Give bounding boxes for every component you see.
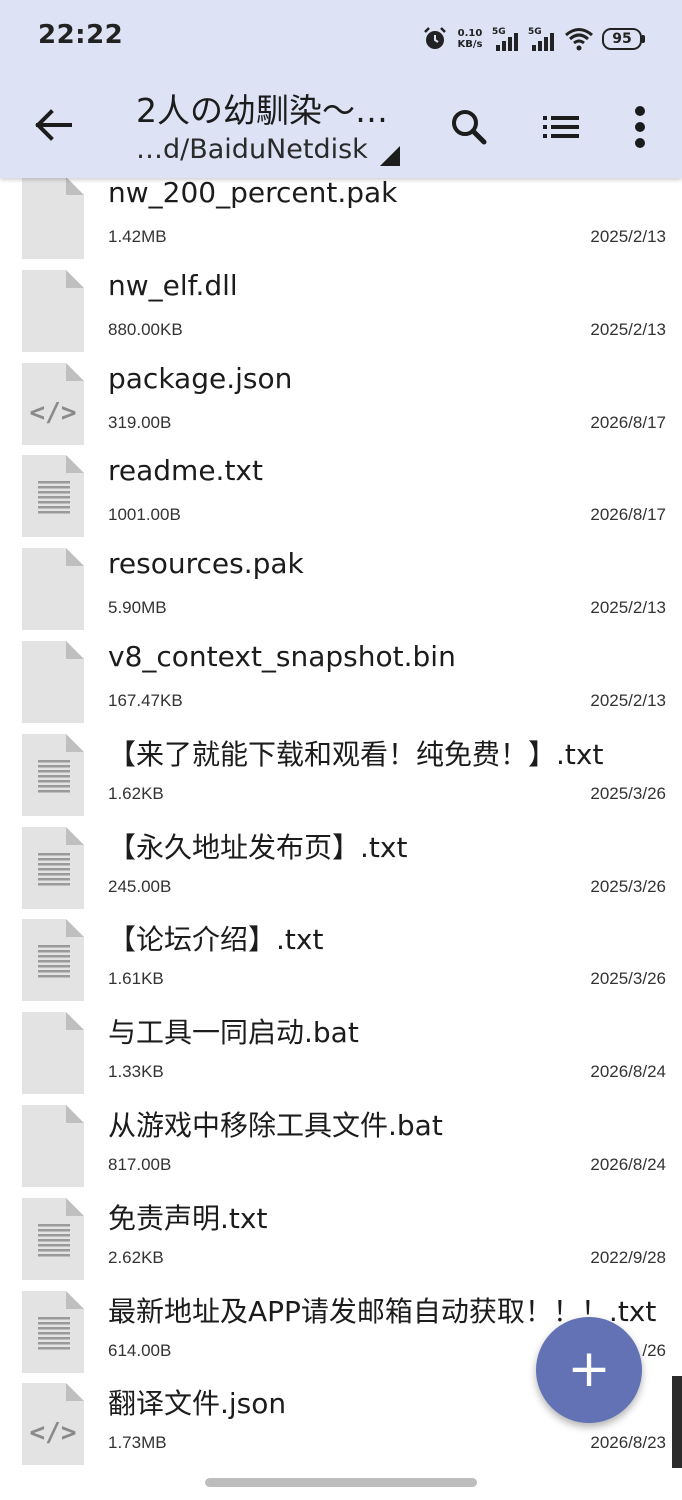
add-fab-button[interactable]: +	[536, 1317, 642, 1423]
file-date: 2025/2/13	[590, 691, 666, 710]
plus-icon: +	[567, 1339, 611, 1399]
file-date: 2026/8/17	[590, 412, 666, 432]
signal-icon: 5G	[528, 27, 556, 51]
file-generic-icon	[22, 269, 84, 352]
status-time: 22:22	[38, 20, 124, 50]
toolbar: 2人の幼馴染～… …d/BaiduNetdisk	[0, 76, 682, 178]
file-row[interactable]: 与工具一同启动.bat 1.33KB 2026/8/24	[0, 1010, 682, 1103]
net-speed-value: 0.10	[457, 28, 483, 39]
file-size: 319.00B	[108, 412, 172, 432]
battery-indicator: 95	[602, 28, 645, 50]
file-name: v8_context_snapshot.bin	[108, 640, 456, 673]
file-code-icon: </>	[22, 362, 84, 445]
net-speed: 0.10 KB/s	[456, 28, 484, 50]
wifi-icon	[565, 28, 593, 51]
file-text-icon	[22, 826, 84, 909]
more-options-button[interactable]	[613, 100, 667, 154]
file-row[interactable]: 【永久地址发布页】.txt 245.00B 2025/3/26	[0, 825, 682, 918]
status-bar: 22:22 0.10 KB/s 5G 5G 95	[0, 0, 682, 76]
back-button[interactable]	[24, 96, 82, 154]
file-row[interactable]: v8_context_snapshot.bin 167.47KB 2025/2/13	[0, 639, 682, 732]
file-generic-icon	[22, 641, 84, 723]
file-date: 2025/2/13	[590, 319, 666, 339]
file-date: 2026/8/24	[590, 1062, 666, 1082]
file-size: 1.61KB	[108, 969, 164, 989]
file-list: nw_200_percent.pak 1.42MB 2025/2/13 nw_elf.…	[0, 178, 682, 1468]
svg-text:</>: </>	[30, 1418, 77, 1448]
file-date: /26	[642, 1340, 666, 1360]
file-row[interactable]: 【论坛介绍】.txt 1.61KB 2025/3/26	[0, 917, 682, 1010]
svg-text:</>: </>	[30, 398, 77, 428]
file-name: 【永久地址发布页】.txt	[108, 830, 408, 864]
alarm-icon	[424, 27, 446, 49]
file-date: 2022/9/28	[590, 1247, 666, 1267]
file-size: 167.47KB	[108, 691, 183, 710]
file-name: readme.txt	[108, 454, 263, 488]
file-name: package.json	[108, 361, 293, 395]
file-row[interactable]: nw_200_percent.pak 1.42MB 2025/2/13	[0, 178, 682, 268]
file-row[interactable]: </> package.json 319.00B 2026/8/17	[0, 361, 682, 454]
file-name: 【论坛介绍】.txt	[108, 923, 324, 957]
file-name: 从游戏中移除工具文件.bat	[108, 1109, 443, 1142]
file-row[interactable]: 免责声明.txt 2.62KB 2022/9/28	[0, 1196, 682, 1289]
dropdown-triangle-icon	[379, 146, 400, 166]
path-selector[interactable]: …d/BaiduNetdisk	[136, 132, 400, 166]
net-speed-unit: KB/s	[457, 39, 483, 50]
file-size: 1.42MB	[108, 227, 167, 246]
file-text-icon	[22, 919, 84, 1002]
file-size: 2.62KB	[108, 1247, 164, 1267]
file-row[interactable]: 【来了就能下载和观看！纯免费！】.txt 1.62KB 2025/3/26	[0, 732, 682, 825]
file-size: 5.90MB	[108, 598, 167, 618]
signal-icon: 5G	[492, 27, 520, 51]
file-date: 2025/3/26	[590, 783, 666, 803]
file-name: resources.pak	[108, 547, 304, 581]
file-name: nw_200_percent.pak	[108, 178, 398, 209]
file-size: 1.62KB	[108, 783, 164, 803]
file-size: 614.00B	[108, 1340, 172, 1360]
status-icons: 0.10 KB/s 5G 5G 95	[422, 22, 645, 56]
file-row[interactable]: readme.txt 1001.00B 2026/8/17	[0, 453, 682, 546]
more-vert-icon	[635, 106, 645, 148]
file-date: 2025/2/13	[590, 227, 666, 246]
app-header: 22:22 0.10 KB/s 5G 5G 95 2人の幼馴染～… …d/Bai…	[0, 0, 682, 178]
file-size: 245.00B	[108, 876, 172, 896]
arrow-left-icon	[35, 109, 72, 141]
file-row[interactable]: resources.pak 5.90MB 2025/2/13	[0, 546, 682, 639]
file-text-icon	[22, 1290, 84, 1373]
file-size: 880.00KB	[108, 319, 183, 339]
folder-path: …d/BaiduNetdisk	[136, 133, 368, 165]
file-size: 817.00B	[108, 1155, 172, 1174]
scrollbar-thumb[interactable]	[672, 1376, 682, 1468]
file-name: 免责声明.txt	[108, 1201, 268, 1235]
file-row[interactable]: nw_elf.dll 880.00KB 2025/2/13	[0, 268, 682, 361]
file-code-icon: </>	[22, 1383, 84, 1466]
folder-title: 2人の幼馴染～…	[136, 91, 388, 130]
file-name: 【来了就能下载和观看！纯免费！】.txt	[108, 737, 604, 771]
search-button[interactable]	[442, 100, 496, 154]
file-name: nw_elf.dll	[108, 268, 238, 302]
home-indicator[interactable]	[205, 1478, 477, 1487]
file-size: 1.33KB	[108, 1062, 164, 1082]
search-icon	[452, 110, 487, 145]
file-text-icon	[22, 733, 84, 816]
file-generic-icon	[22, 178, 84, 259]
file-generic-icon	[22, 548, 84, 631]
file-date: 2026/8/23	[590, 1433, 666, 1453]
file-date: 2025/3/26	[590, 876, 666, 896]
file-name: 翻译文件.json	[108, 1387, 287, 1421]
view-mode-button[interactable]	[534, 100, 588, 154]
file-date: 2025/2/13	[590, 598, 666, 618]
file-generic-icon	[22, 1105, 84, 1187]
file-text-icon	[22, 455, 84, 538]
file-text-icon	[22, 1197, 84, 1280]
file-size: 1.73MB	[108, 1433, 167, 1453]
file-date: 2026/8/17	[590, 505, 666, 525]
file-size: 1001.00B	[108, 505, 181, 525]
list-view-icon	[543, 116, 579, 138]
file-generic-icon	[22, 1012, 84, 1095]
file-date: 2025/3/26	[590, 969, 666, 989]
file-row[interactable]: 从游戏中移除工具文件.bat 817.00B 2026/8/24	[0, 1103, 682, 1196]
file-date: 2026/8/24	[590, 1155, 666, 1174]
file-name: 与工具一同启动.bat	[108, 1016, 359, 1050]
